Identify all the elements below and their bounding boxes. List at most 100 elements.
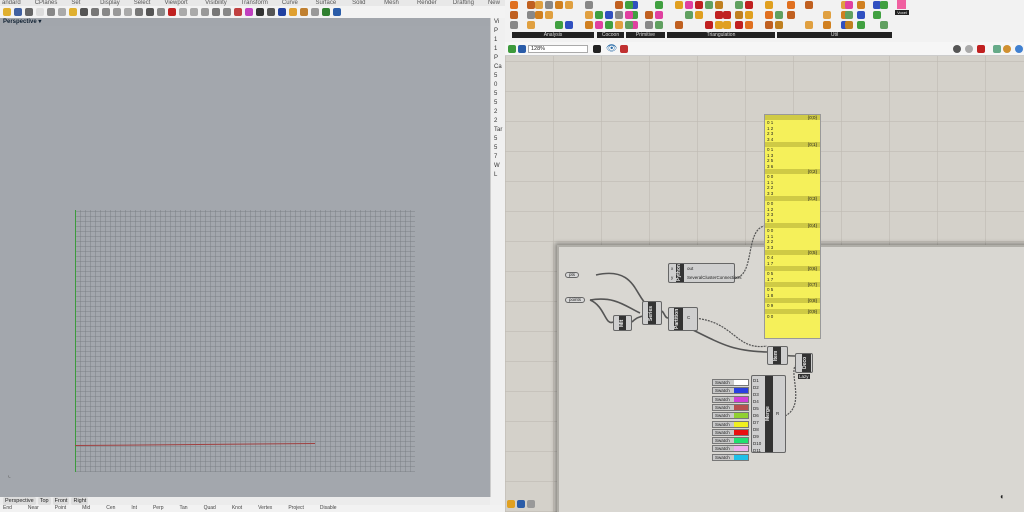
- property-field[interactable]: W: [491, 162, 505, 171]
- component-icon[interactable]: [715, 11, 723, 19]
- toolbar-button-icon[interactable]: [102, 8, 110, 16]
- component-icon[interactable]: [527, 11, 535, 19]
- canvas-widget-icon[interactable]: ◐: [1000, 492, 1005, 501]
- save-status-icon[interactable]: [517, 500, 525, 508]
- toolbar-button-icon[interactable]: [333, 8, 341, 16]
- property-field[interactable]: 1: [491, 45, 505, 54]
- toolbar-button-icon[interactable]: [168, 8, 176, 16]
- toolbar-button-icon[interactable]: [179, 8, 187, 16]
- viewport-tab-perspective[interactable]: Perspective: [3, 497, 36, 505]
- osnap-cen[interactable]: Cen: [106, 505, 115, 512]
- swatch-param[interactable]: Swatch: [712, 445, 749, 453]
- property-field[interactable]: 5: [491, 99, 505, 108]
- component-icon[interactable]: [787, 11, 795, 19]
- toolbar-button-icon[interactable]: [256, 8, 264, 16]
- component-icon[interactable]: [585, 21, 593, 29]
- section-triangulation[interactable]: Triangulation: [667, 32, 775, 38]
- merge-input-d4[interactable]: D4: [752, 398, 765, 405]
- merge-output[interactable]: R: [775, 410, 779, 417]
- swatch-param[interactable]: Swatch: [712, 437, 749, 445]
- component-icon[interactable]: [765, 21, 773, 29]
- component-icon[interactable]: [723, 11, 731, 19]
- component-icon[interactable]: [555, 21, 563, 29]
- swatch-color[interactable]: [734, 396, 748, 402]
- merge-input-d5[interactable]: D5: [752, 405, 765, 412]
- property-field[interactable]: Tar: [491, 126, 505, 135]
- section-primitive[interactable]: Primitive: [626, 32, 665, 38]
- merge-input-d9[interactable]: D9: [752, 433, 765, 440]
- component-icon[interactable]: [655, 11, 663, 19]
- osnap-end[interactable]: End: [3, 505, 12, 512]
- disabled-preview-icon[interactable]: [965, 45, 973, 53]
- status-icon[interactable]: [507, 500, 515, 508]
- toolbar-button-icon[interactable]: [47, 8, 55, 16]
- merge-input-d6[interactable]: D6: [752, 412, 765, 419]
- python-component[interactable]: xy Python out SeveralClusterConnections: [668, 263, 742, 283]
- component-icon[interactable]: [645, 21, 653, 29]
- merge-component[interactable]: D1 D2 D3 D4 D5 D6 D7 D8 D9 D10 D11 Merge R: [751, 375, 786, 453]
- toolbar-button-icon[interactable]: [212, 8, 220, 16]
- osnap-vertex[interactable]: Vertex: [258, 505, 272, 512]
- component-icon[interactable]: [705, 1, 713, 9]
- toolbar-button-icon[interactable]: [3, 8, 11, 16]
- swatch-param[interactable]: Swatch: [712, 412, 749, 420]
- component-icon[interactable]: [873, 11, 881, 19]
- partition-output[interactable]: C: [686, 314, 690, 321]
- osnap-point[interactable]: Point: [55, 505, 66, 512]
- toolbar-button-icon[interactable]: [157, 8, 165, 16]
- component-icon[interactable]: [745, 1, 753, 9]
- swatch-color[interactable]: [734, 454, 748, 460]
- toolbar-button-icon[interactable]: [135, 8, 143, 16]
- swatch-color[interactable]: [734, 380, 748, 385]
- display-icon[interactable]: [1015, 45, 1023, 53]
- swatch-color[interactable]: [734, 429, 748, 435]
- swatch-param[interactable]: Swatch: [712, 403, 749, 411]
- osnap-near[interactable]: Near: [28, 505, 39, 512]
- perspective-viewport[interactable]: ⌞: [0, 26, 490, 497]
- property-field[interactable]: 2: [491, 108, 505, 117]
- multiply-component[interactable]: Mlt: [613, 315, 632, 331]
- toolbar-button-icon[interactable]: [234, 8, 242, 16]
- osnap-int[interactable]: Int: [131, 505, 137, 512]
- property-field[interactable]: Vi: [491, 18, 505, 27]
- property-field[interactable]: Ca: [491, 63, 505, 72]
- toolbar-button-icon[interactable]: [91, 8, 99, 16]
- doc-icon[interactable]: [527, 500, 535, 508]
- voxel-icon[interactable]: [897, 0, 906, 9]
- toolbar-button-icon[interactable]: [289, 8, 297, 16]
- property-field[interactable]: 5: [491, 90, 505, 99]
- component-icon[interactable]: [535, 11, 543, 19]
- component-icon[interactable]: [705, 21, 713, 29]
- component-icon[interactable]: [527, 21, 535, 29]
- property-field[interactable]: L: [491, 171, 505, 180]
- component-icon[interactable]: [655, 21, 663, 29]
- osnap-knot[interactable]: Knot: [232, 505, 242, 512]
- property-field[interactable]: P: [491, 54, 505, 63]
- partition-component[interactable]: Partition C: [668, 307, 698, 331]
- swatch-color[interactable]: [734, 446, 748, 452]
- toolbar-button-icon[interactable]: [311, 8, 319, 16]
- swatch-param[interactable]: Swatch: [712, 428, 749, 436]
- component-icon[interactable]: [527, 1, 535, 9]
- component-icon[interactable]: [625, 1, 633, 9]
- component-icon[interactable]: [845, 1, 853, 9]
- osnap-tan[interactable]: Tan: [180, 505, 188, 512]
- toolbar-button-icon[interactable]: [146, 8, 154, 16]
- viewport-title[interactable]: Perspective ▾: [0, 18, 490, 26]
- component-icon[interactable]: [535, 1, 543, 9]
- zoom-extents-icon[interactable]: [593, 45, 601, 53]
- property-field[interactable]: P: [491, 27, 505, 36]
- zoom-select[interactable]: 128%: [528, 45, 588, 53]
- swatch-param[interactable]: Swatch: [712, 379, 749, 386]
- component-icon[interactable]: [510, 1, 518, 9]
- component-icon[interactable]: [625, 11, 633, 19]
- component-icon[interactable]: [745, 11, 753, 19]
- toolbar-button-icon[interactable]: [278, 8, 286, 16]
- osnap-project[interactable]: Project: [288, 505, 304, 512]
- component-icon[interactable]: [595, 21, 603, 29]
- component-icon[interactable]: [735, 1, 743, 9]
- viewport-tab-top[interactable]: Top: [37, 497, 51, 505]
- component-icon[interactable]: [845, 11, 853, 19]
- component-icon[interactable]: [685, 1, 693, 9]
- component-icon[interactable]: [615, 11, 623, 19]
